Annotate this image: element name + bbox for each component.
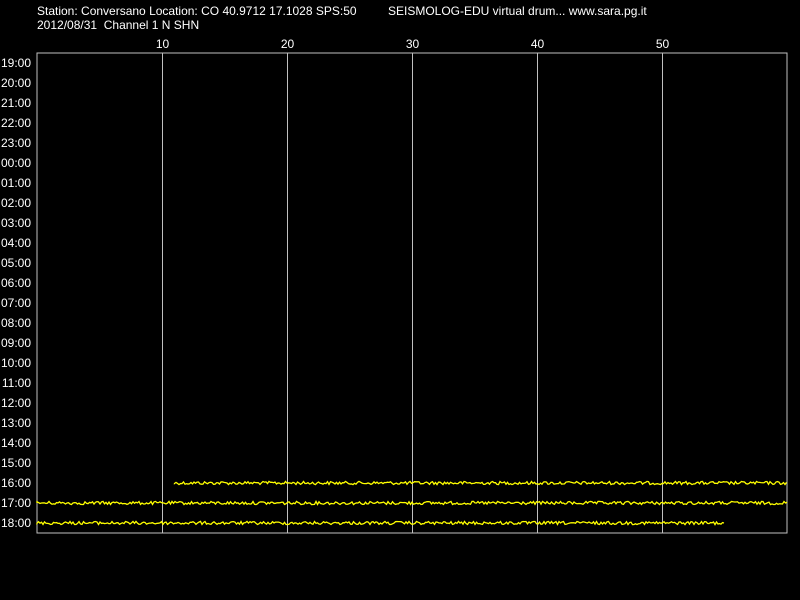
x-tick-label: 50 (656, 37, 670, 51)
y-tick-label: 06:00 (1, 276, 31, 290)
y-tick-label: 05:00 (1, 256, 31, 270)
y-tick-label: 00:00 (1, 156, 31, 170)
y-tick-label: 23:00 (1, 136, 31, 150)
x-tick-label: 20 (281, 37, 295, 51)
y-tick-label: 01:00 (1, 176, 31, 190)
y-tick-label: 22:00 (1, 116, 31, 130)
y-tick-label: 11:00 (2, 376, 31, 390)
y-tick-label: 17:00 (1, 496, 31, 510)
y-tick-label: 09:00 (1, 336, 31, 350)
y-tick-label: 13:00 (1, 416, 31, 430)
y-tick-label: 10:00 (1, 356, 31, 370)
y-tick-label: 15:00 (1, 456, 31, 470)
y-tick-label: 03:00 (1, 216, 31, 230)
y-tick-label: 20:00 (1, 76, 31, 90)
y-tick-label: 16:00 (1, 476, 31, 490)
y-tick-label: 12:00 (1, 396, 31, 410)
x-tick-label: 30 (406, 37, 420, 51)
y-axis-ticks: 19:00 20:00 21:00 22:00 23:00 00:00 01:00 02:00… (1, 56, 31, 530)
x-axis-ticks: 10 20 30 40 50 (156, 37, 670, 51)
y-tick-label: 21:00 (1, 96, 31, 110)
y-tick-label: 08:00 (1, 316, 31, 330)
y-tick-label: 07:00 (1, 296, 31, 310)
y-tick-label: 02:00 (1, 196, 31, 210)
y-tick-label: 19:00 (1, 56, 31, 70)
seismogram-drum: 10 20 30 40 50 19:00 20:00 21:00 22:00 23:00 00:0… (1, 37, 788, 534)
x-tick-label: 40 (531, 37, 545, 51)
y-tick-label: 04:00 (1, 236, 31, 250)
y-tick-label: 14:00 (1, 436, 31, 450)
x-tick-label: 10 (156, 37, 170, 51)
y-tick-label: 18:00 (1, 516, 31, 530)
